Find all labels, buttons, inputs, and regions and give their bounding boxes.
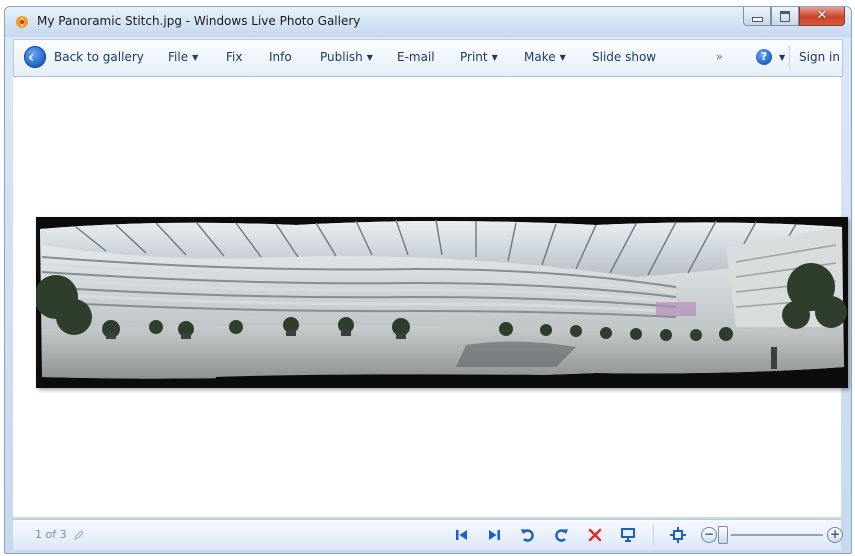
file-menu-label: File (168, 50, 189, 64)
maximize-icon (780, 11, 790, 22)
toolbar-overflow-button[interactable]: » (716, 50, 723, 63)
fix-button[interactable]: Fix (226, 50, 242, 64)
skip-to-end-icon[interactable] (485, 526, 503, 544)
back-to-gallery-button[interactable]: Back to gallery (54, 50, 144, 64)
publish-menu-label: Publish (320, 50, 363, 64)
zoom-out-icon[interactable]: − (701, 527, 717, 543)
photo-gallery-app-icon (16, 16, 28, 28)
minimize-icon (752, 17, 763, 22)
delete-x-icon[interactable] (586, 526, 604, 544)
photo-viewer-area[interactable] (13, 77, 848, 517)
command-toolbar: ‹ Back to gallery File ▼ Fix Info Publish… (13, 39, 843, 77)
skip-to-start-icon[interactable] (453, 526, 471, 544)
minimize-button[interactable] (743, 7, 771, 26)
window-title: My Panoramic Stitch.jpg - Windows Live P… (37, 14, 361, 28)
chevron-down-icon: ▼ (559, 53, 566, 62)
maximize-button[interactable] (771, 7, 799, 26)
chevron-down-icon: ▼ (779, 53, 786, 62)
help-icon[interactable]: ? (756, 49, 772, 65)
photo-gallery-window: My Panoramic Stitch.jpg - Windows Live P… (4, 6, 852, 554)
info-button[interactable]: Info (269, 50, 292, 64)
sign-in-link[interactable]: Sign in (799, 50, 840, 64)
actual-size-icon[interactable] (669, 526, 687, 544)
zoom-slider-thumb[interactable] (718, 526, 728, 544)
photo-position-counter: 1 of 3 (35, 528, 67, 541)
close-button[interactable]: ✕ (799, 7, 845, 26)
back-arrow-icon[interactable]: ‹ (24, 46, 46, 68)
chevron-down-icon: ▼ (491, 53, 498, 62)
panorama-photo-frame (36, 217, 848, 388)
statusbar-divider (653, 524, 654, 546)
make-menu-label: Make (524, 50, 556, 64)
chevron-down-icon: ▼ (366, 53, 373, 62)
file-menu[interactable]: File ▼ (168, 50, 198, 64)
print-menu[interactable]: Print ▼ (460, 50, 498, 64)
edit-pencil-icon[interactable] (73, 529, 85, 541)
window-controls: ✕ (743, 7, 845, 27)
status-bar: 1 of 3 − + (13, 519, 843, 550)
close-icon: ✕ (816, 8, 828, 23)
print-menu-label: Print (460, 50, 488, 64)
rotate-clockwise-icon[interactable] (552, 526, 570, 544)
chevron-down-icon: ▼ (192, 53, 199, 62)
slideshow-icon[interactable] (619, 526, 637, 544)
panorama-photo[interactable] (36, 217, 848, 388)
email-button[interactable]: E-mail (397, 50, 435, 64)
title-bar[interactable]: My Panoramic Stitch.jpg - Windows Live P… (5, 7, 851, 37)
slide-show-button[interactable]: Slide show (592, 50, 656, 64)
help-dropdown[interactable]: ▼ (775, 50, 785, 64)
zoom-in-icon[interactable]: + (827, 527, 843, 543)
make-menu[interactable]: Make ▼ (524, 50, 566, 64)
toolbar-divider (789, 46, 790, 70)
zoom-slider-track[interactable] (731, 534, 823, 536)
publish-menu[interactable]: Publish ▼ (320, 50, 373, 64)
rotate-counterclockwise-icon[interactable] (519, 526, 537, 544)
